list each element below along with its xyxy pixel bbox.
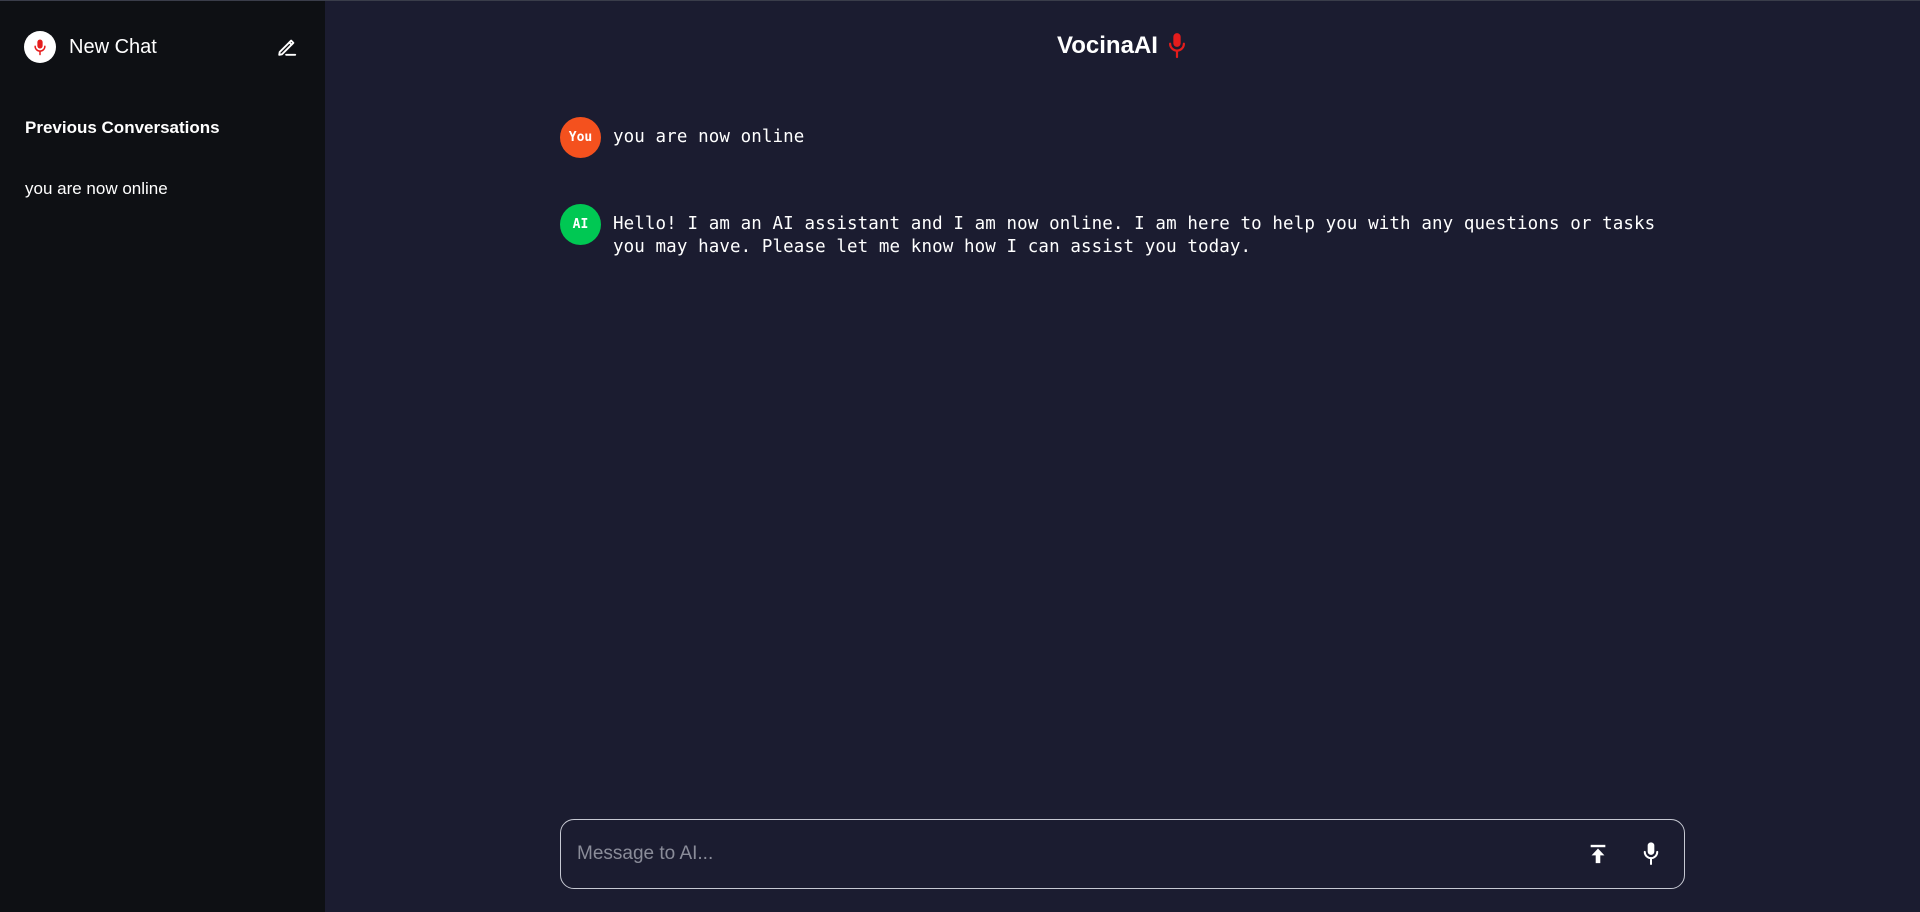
message-input[interactable] bbox=[561, 842, 1581, 866]
voice-input-button[interactable] bbox=[1634, 837, 1668, 871]
previous-conversations-heading: Previous Conversations bbox=[25, 118, 220, 137]
microphone-icon bbox=[34, 39, 46, 56]
app-window: New Chat Previous Conversations you are … bbox=[0, 0, 1920, 912]
upload-icon bbox=[1590, 844, 1606, 864]
app-title-text: VocinaAI bbox=[1057, 32, 1158, 59]
page-title: VocinaAI bbox=[325, 32, 1920, 60]
message-composer bbox=[560, 819, 1685, 889]
edit-icon bbox=[278, 39, 297, 56]
upload-button[interactable] bbox=[1581, 837, 1615, 871]
microphone-icon bbox=[1643, 842, 1659, 865]
new-chat-button[interactable] bbox=[274, 34, 300, 60]
new-chat-label[interactable]: New Chat bbox=[69, 36, 274, 59]
sidebar: New Chat Previous Conversations you are … bbox=[0, 1, 325, 912]
microphone-icon bbox=[1166, 32, 1188, 60]
ai-avatar: AI bbox=[560, 204, 601, 245]
message-text: Hello! I am an AI assistant and I am now… bbox=[613, 214, 1656, 257]
chat-main: VocinaAI You you are now online AI Hello… bbox=[325, 1, 1920, 912]
message-list: You you are now online AI Hello! I am an… bbox=[560, 117, 1685, 259]
app-logo[interactable] bbox=[24, 31, 56, 63]
user-avatar: You bbox=[560, 117, 601, 158]
message-text: you are now online bbox=[613, 127, 805, 147]
ai-message: AI Hello! I am an AI assistant and I am … bbox=[560, 204, 1685, 259]
user-message: You you are now online bbox=[560, 117, 1685, 158]
conversation-history-list: you are now online bbox=[25, 179, 305, 199]
sidebar-header: New Chat bbox=[24, 30, 300, 64]
conversation-history-item[interactable]: you are now online bbox=[25, 179, 305, 199]
